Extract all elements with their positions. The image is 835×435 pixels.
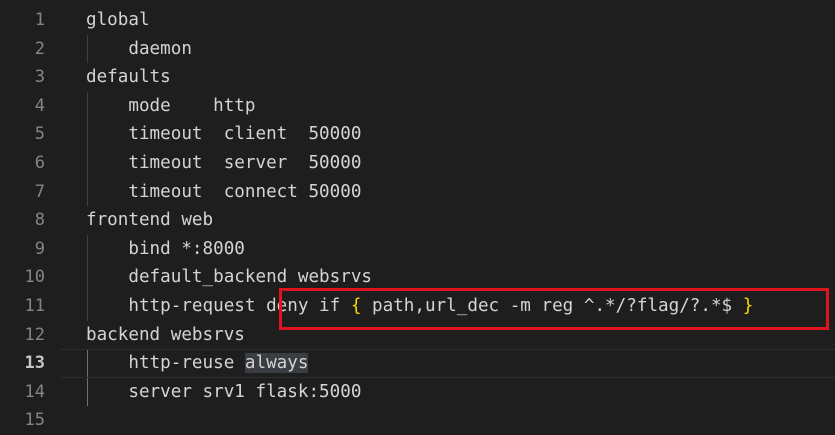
code-line[interactable]: 8 frontend web — [0, 206, 835, 235]
line-number-active: 13 — [24, 353, 45, 374]
line-code[interactable]: timeout client 50000 — [86, 120, 361, 149]
line-code[interactable]: bind *:8000 — [86, 235, 245, 264]
line-code[interactable]: server srv1 flask:5000 — [86, 378, 361, 407]
line-code[interactable]: daemon — [86, 35, 192, 64]
line-number: 8 — [34, 210, 45, 231]
line-code[interactable]: backend websrvs — [86, 321, 245, 350]
code-line[interactable]: 3 defaults — [0, 63, 835, 92]
line-number: 12 — [24, 324, 45, 345]
code-line[interactable]: 5 timeout client 50000 — [0, 120, 835, 149]
line-number: 11 — [24, 296, 45, 316]
code-line[interactable]: 2 daemon — [0, 35, 835, 64]
code-editor[interactable]: 1 global 2 daemon 3 defaults 4 mode http… — [0, 6, 835, 431]
code-line[interactable]: 9 bind *:8000 — [0, 235, 835, 264]
code-line[interactable]: 4 mode http — [0, 92, 835, 121]
line-code[interactable]: global — [86, 6, 150, 35]
line-code[interactable]: frontend web — [86, 206, 213, 235]
line-number: 9 — [34, 238, 45, 259]
code-line[interactable]: 1 global — [0, 6, 835, 35]
line-number: 1 — [34, 10, 45, 30]
line-number: 7 — [34, 181, 45, 202]
line-code[interactable]: timeout connect 50000 — [86, 178, 361, 207]
annotation-highlight-box — [279, 288, 829, 330]
line-code[interactable]: defaults — [86, 63, 171, 92]
line-number: 10 — [24, 267, 45, 288]
code-line-active[interactable]: 13 http-reuse always — [0, 349, 835, 378]
word-highlight: always — [244, 353, 309, 374]
line-number: 2 — [34, 38, 45, 59]
line-number: 4 — [34, 95, 45, 116]
line-code[interactable]: timeout server 50000 — [86, 149, 361, 178]
code-line[interactable]: 14 server srv1 flask:5000 — [0, 378, 835, 407]
line-number: 14 — [24, 381, 45, 402]
line-number: 6 — [34, 153, 45, 173]
line-number: 3 — [34, 67, 45, 88]
line-code[interactable]: http-reuse always — [86, 349, 309, 378]
code-line[interactable]: 6 timeout server 50000 — [0, 149, 835, 178]
code-line[interactable]: 7 timeout connect 50000 — [0, 178, 835, 207]
line-code[interactable]: mode http — [86, 92, 255, 121]
line-number: 5 — [34, 124, 45, 145]
